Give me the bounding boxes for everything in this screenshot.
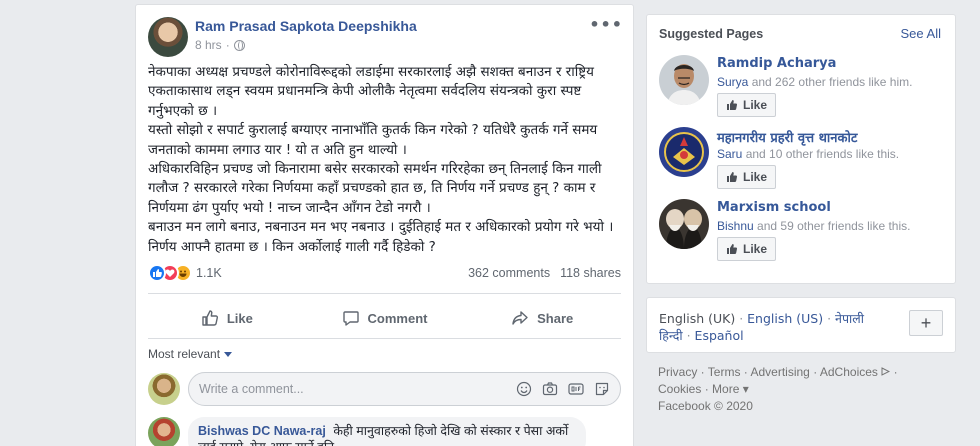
comment-composer: Write a comment... [148, 371, 621, 407]
current-language: English (UK) [659, 311, 736, 326]
author-avatar[interactable] [148, 17, 188, 57]
commenter-avatar[interactable] [148, 417, 180, 446]
language-list: English (UK) · English (US) · नेपाली हिन… [659, 311, 865, 343]
footer-link-privacy[interactable]: Privacy [658, 365, 697, 379]
post-actions: Like Comment Share [148, 301, 621, 335]
post-time[interactable]: 8 hrs [195, 38, 222, 52]
globe-icon [233, 39, 245, 51]
thumbs-up-icon [727, 172, 738, 182]
comment-input[interactable]: Write a comment... [188, 372, 621, 406]
caret-down-icon [224, 352, 233, 358]
reaction-summary[interactable]: 1.1K [148, 264, 222, 282]
emoji-icon[interactable] [516, 381, 532, 397]
thumbs-up-icon [727, 100, 738, 110]
caret-down-icon: ▾ [742, 382, 749, 396]
sticker-icon[interactable] [594, 381, 610, 397]
gif-icon[interactable] [568, 381, 584, 397]
comment-bubble: Bishwas DC Nawa-raj केही मानुवाहरुको हिज… [188, 417, 586, 446]
footer-link-terms[interactable]: Terms [708, 365, 741, 379]
page-avatar[interactable] [659, 127, 709, 177]
suggested-pages-panel: Suggested Pages See All Ramdip Acharya S… [646, 14, 956, 284]
more-languages-button[interactable]: + [909, 310, 943, 336]
post-author[interactable]: Ram Prasad Sapkota Deepshikha [195, 18, 417, 34]
footer-link-adchoices[interactable]: AdChoices [820, 365, 891, 379]
footer-link-advertising[interactable]: Advertising [750, 365, 809, 379]
divider [148, 338, 621, 339]
share-button[interactable]: Share [463, 301, 621, 335]
shares-count[interactable]: 118 shares [560, 266, 621, 280]
language-link[interactable]: नेपाली [835, 311, 864, 326]
page-name[interactable]: महानगरीय प्रहरी वृत्त थानकोट [717, 128, 857, 146]
language-panel: English (UK) · English (US) · नेपाली हिन… [646, 297, 956, 353]
language-link[interactable]: Español [695, 328, 744, 343]
suggested-page-item: महानगरीय प्रहरी वृत्त थानकोट Saru and 10… [659, 127, 949, 191]
like-button[interactable]: Like [148, 301, 306, 335]
footer: Privacy · Terms · Advertising · AdChoice… [658, 365, 898, 413]
divider [148, 293, 621, 294]
thumbs-up-icon [202, 310, 218, 326]
post-text: नेकपाका अध्यक्ष प्रचण्डले कोरोनाविरूद्दक… [148, 64, 614, 255]
comment-button[interactable]: Comment [306, 301, 464, 335]
language-link[interactable]: हिन्दी [659, 328, 683, 343]
like-page-button[interactable]: Like [717, 237, 777, 261]
page-name[interactable]: Marxism school [717, 200, 831, 215]
page-avatar[interactable] [659, 55, 709, 105]
share-icon [512, 311, 528, 325]
comment-sort-dropdown[interactable]: Most relevant [148, 347, 233, 361]
see-all-link[interactable]: See All [901, 26, 941, 41]
commenter-name[interactable]: Bishwas DC Nawa-raj [198, 424, 326, 438]
footer-link-cookies[interactable]: Cookies [658, 382, 701, 396]
reaction-count: 1.1K [196, 266, 222, 280]
language-link[interactable]: English (US) [747, 311, 823, 326]
comments-count[interactable]: 362 comments [468, 266, 550, 280]
like-page-button[interactable]: Like [717, 93, 777, 117]
adchoices-icon [881, 367, 891, 376]
post-card: Ram Prasad Sapkota Deepshikha 8 hrs · ••… [135, 4, 634, 446]
page-name[interactable]: Ramdip Acharya [717, 56, 836, 71]
page-avatar[interactable] [659, 199, 709, 249]
thumbs-up-icon [727, 244, 738, 254]
comment-item: Bishwas DC Nawa-raj केही मानुवाहरुको हिज… [148, 417, 621, 446]
copyright: Facebook © 2020 [658, 399, 753, 413]
camera-icon[interactable] [542, 381, 558, 397]
page-friends: Saru and 10 other friends like this. [717, 147, 900, 161]
page-friends: Bishnu and 59 other friends like this. [717, 219, 911, 233]
suggested-page-item: Ramdip Acharya Surya and 262 other frien… [659, 55, 949, 119]
comment-icon [342, 311, 359, 326]
suggested-page-item: Marxism school Bishnu and 59 other frien… [659, 199, 949, 263]
engagement-counts: 362 comments 118 shares [468, 266, 621, 280]
like-page-button[interactable]: Like [717, 165, 777, 189]
like-reaction-icon [148, 264, 166, 282]
more-options-button[interactable]: ••• [589, 15, 623, 34]
suggested-pages-title: Suggested Pages [659, 27, 764, 41]
footer-link-more[interactable]: More ▾ [712, 382, 749, 396]
current-user-avatar [148, 373, 180, 405]
comment-placeholder: Write a comment... [199, 382, 304, 396]
page-friends: Surya and 262 other friends like him. [717, 75, 913, 89]
post-meta: 8 hrs · [195, 38, 245, 52]
